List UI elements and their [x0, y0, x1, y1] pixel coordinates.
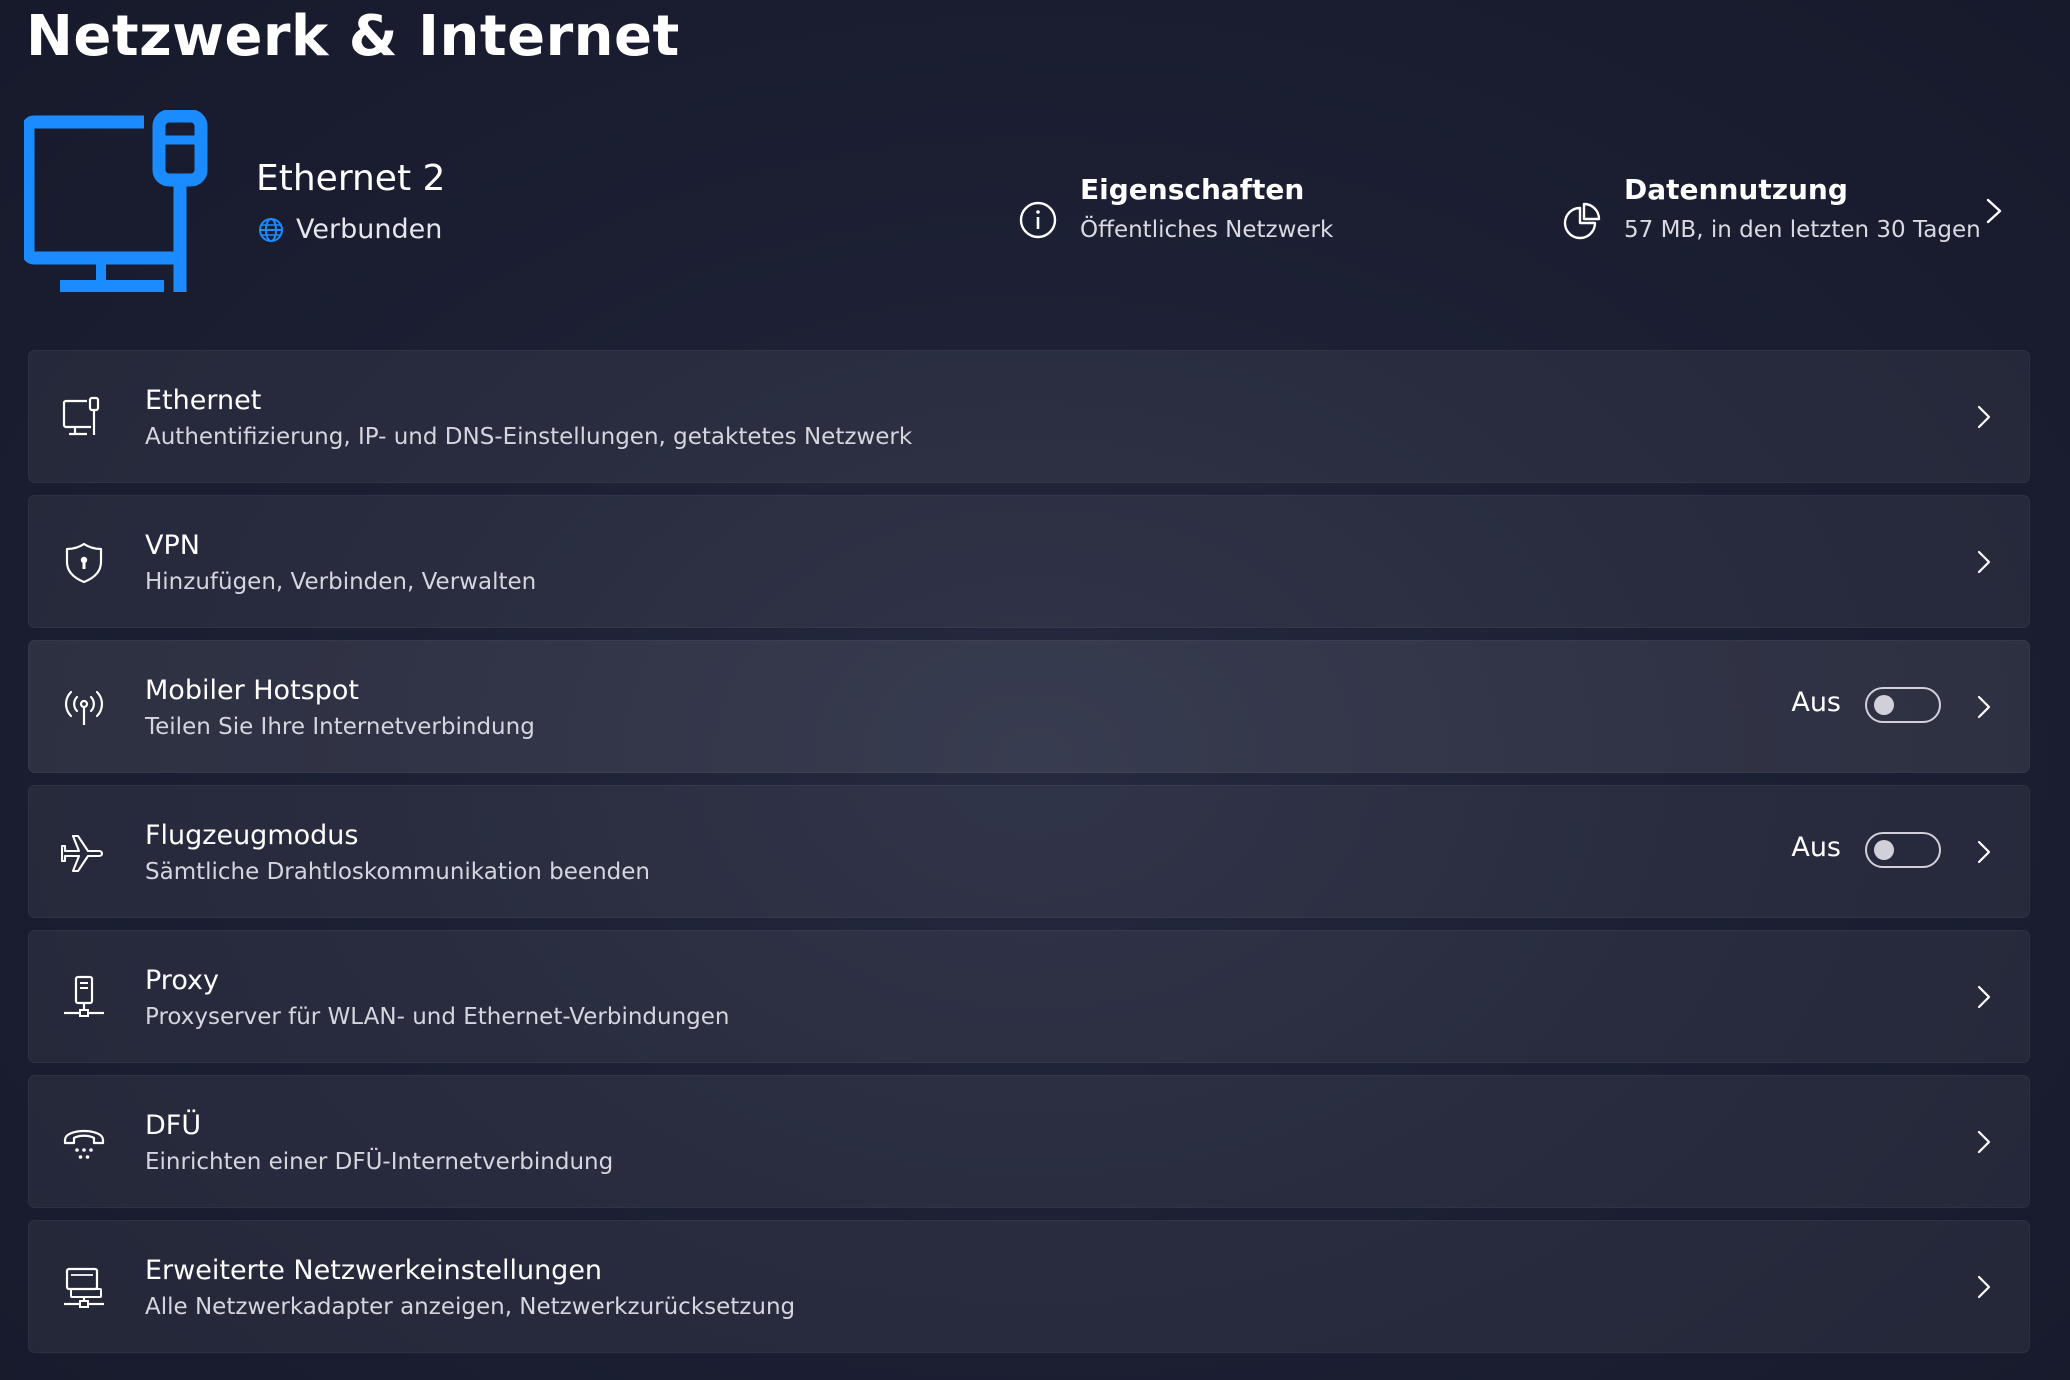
- toggle-state-label: Aus: [1791, 687, 1841, 718]
- page-title: Netzwerk & Internet: [26, 4, 680, 69]
- setting-subtitle: Teilen Sie Ihre Internetverbindung: [145, 714, 535, 740]
- setting-title: Proxy: [145, 965, 219, 996]
- setting-row-advanced[interactable]: Erweiterte Netzwerkeinstellungen Alle Ne…: [28, 1220, 2030, 1353]
- setting-row-hotspot[interactable]: Mobiler Hotspot Teilen Sie Ihre Internet…: [28, 640, 2030, 773]
- dialup-phone-icon: [63, 1129, 105, 1159]
- ethernet-monitor-icon: [24, 110, 208, 292]
- setting-title: Flugzeugmodus: [145, 820, 359, 851]
- chevron-right-icon: [1977, 695, 1991, 719]
- properties-link[interactable]: Eigenschaften Öffentliches Netzwerk: [1018, 170, 1333, 250]
- data-usage-subtitle: 57 MB, in den letzten 30 Tagen: [1624, 217, 1981, 243]
- setting-title: Mobiler Hotspot: [145, 675, 359, 706]
- airplane-mode-toggle[interactable]: [1865, 832, 1941, 868]
- chevron-right-icon: [1977, 1130, 1991, 1154]
- setting-title: VPN: [145, 530, 200, 561]
- data-usage-title: Datennutzung: [1624, 173, 1848, 206]
- chevron-right-icon[interactable]: [1982, 196, 2006, 226]
- setting-subtitle: Einrichten einer DFÜ-Internetverbindung: [145, 1149, 614, 1175]
- chevron-right-icon: [1977, 405, 1991, 429]
- setting-subtitle: Alle Netzwerkadapter anzeigen, Netzwerkz…: [145, 1294, 796, 1320]
- setting-row-dialup[interactable]: DFÜ Einrichten einer DFÜ-Internetverbind…: [28, 1075, 2030, 1208]
- data-usage-link[interactable]: Datennutzung 57 MB, in den letzten 30 Ta…: [1562, 170, 1981, 250]
- proxy-icon: [64, 975, 104, 1017]
- airplane-icon: [61, 834, 104, 873]
- setting-title: Ethernet: [145, 385, 262, 416]
- toggle-knob: [1874, 695, 1894, 715]
- setting-title: Erweiterte Netzwerkeinstellungen: [145, 1255, 603, 1286]
- properties-subtitle: Öffentliches Netzwerk: [1080, 217, 1334, 243]
- settings-list: Ethernet Authentifizierung, IP- und DNS-…: [28, 350, 2030, 1365]
- toggle-state-label: Aus: [1791, 832, 1841, 863]
- setting-row-vpn[interactable]: VPN Hinzufügen, Verbinden, Verwalten: [28, 495, 2030, 628]
- chevron-right-icon: [1977, 985, 1991, 1009]
- chevron-right-icon: [1977, 550, 1991, 574]
- info-icon: [1019, 201, 1057, 239]
- ethernet-icon: [62, 396, 100, 436]
- hotspot-toggle[interactable]: [1865, 687, 1941, 723]
- hotspot-icon: [64, 690, 104, 725]
- setting-subtitle: Authentifizierung, IP- und DNS-Einstellu…: [145, 424, 913, 450]
- setting-row-proxy[interactable]: Proxy Proxyserver für WLAN- und Ethernet…: [28, 930, 2030, 1063]
- chevron-right-icon: [1977, 840, 1991, 864]
- globe-icon: [259, 217, 283, 242]
- setting-subtitle: Sämtliche Drahtloskommunikation beenden: [145, 859, 650, 885]
- setting-subtitle: Proxyserver für WLAN- und Ethernet-Verbi…: [145, 1004, 730, 1030]
- setting-title: DFÜ: [145, 1110, 202, 1141]
- pie-chart-icon: [1563, 202, 1601, 240]
- connection-name: Ethernet 2: [256, 158, 446, 199]
- setting-row-ethernet[interactable]: Ethernet Authentifizierung, IP- und DNS-…: [28, 350, 2030, 483]
- connection-status: Verbunden: [258, 214, 442, 245]
- toggle-knob: [1874, 840, 1894, 860]
- network-adapter-icon: [64, 1267, 104, 1308]
- setting-subtitle: Hinzufügen, Verbinden, Verwalten: [145, 569, 537, 595]
- chevron-right-icon: [1977, 1275, 1991, 1299]
- shield-icon: [65, 542, 103, 584]
- setting-row-airplane[interactable]: Flugzeugmodus Sämtliche Drahtloskommunik…: [28, 785, 2030, 918]
- connection-status-label: Verbunden: [296, 214, 443, 245]
- properties-title: Eigenschaften: [1080, 173, 1305, 206]
